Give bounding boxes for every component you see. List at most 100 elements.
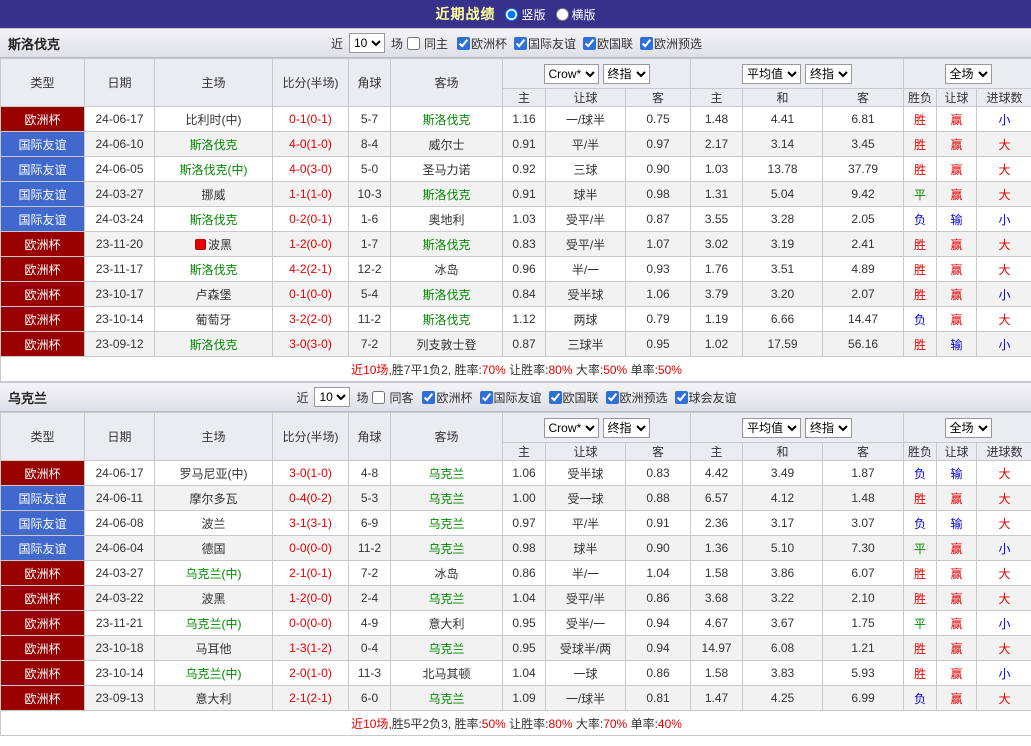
corners-cell: 4-8: [348, 460, 391, 486]
bookmaker-select[interactable]: Crow*: [543, 417, 599, 438]
competition-filter[interactable]: 国际友谊: [475, 389, 542, 406]
away-team-cell[interactable]: 冰岛: [390, 560, 503, 586]
competition-checkbox[interactable]: [514, 36, 527, 50]
away-team-cell[interactable]: 斯洛伐克: [390, 106, 503, 132]
match-row: 国际友谊 24-06-04 德国 0-0(0-0) 11-2 乌克兰 0.98 球半 0.90 1…: [0, 535, 1031, 561]
home-team-cell[interactable]: 斯洛伐克: [154, 131, 273, 157]
odds-stage-select[interactable]: 终指: [805, 63, 853, 84]
away-team-cell[interactable]: 斯洛伐克: [390, 181, 503, 207]
match-count-select[interactable]: 10: [314, 387, 351, 407]
horizontal-layout-radio[interactable]: [555, 7, 569, 21]
avg-away-odds-cell: 1.87: [822, 460, 905, 486]
away-odds-cell: 0.97: [624, 131, 692, 157]
competition-filter[interactable]: 欧国联: [578, 35, 633, 52]
score-cell: 4-0(3-0): [272, 156, 349, 182]
away-team-cell[interactable]: 斯洛伐克: [390, 306, 503, 332]
competition-checkbox[interactable]: [456, 36, 470, 50]
away-team-cell[interactable]: 冰岛: [390, 256, 503, 282]
away-team-cell[interactable]: 乌克兰: [390, 510, 503, 536]
period-select[interactable]: 全场: [944, 417, 992, 438]
away-team-cell[interactable]: 乌克兰: [390, 585, 503, 611]
home-team-cell[interactable]: 斯洛伐克: [154, 256, 273, 282]
result-goals-cell: 小: [976, 206, 1031, 232]
date-cell: 24-03-27: [84, 560, 155, 586]
avg-draw-odds-cell: 13.78: [742, 156, 824, 182]
result-goals-cell: 大: [976, 256, 1031, 282]
home-team-cell[interactable]: 挪威: [154, 181, 273, 207]
away-team-cell[interactable]: 乌克兰: [390, 635, 503, 661]
summary-part: 近10场: [351, 716, 389, 731]
odds-stage-select[interactable]: 终指: [602, 417, 650, 438]
odds-stage-select[interactable]: 终指: [805, 417, 853, 438]
result-handicap-cell: 赢: [936, 256, 978, 282]
away-team-cell[interactable]: 奥地利: [390, 206, 503, 232]
competition-filter[interactable]: 球会友谊: [670, 389, 737, 406]
home-team-cell[interactable]: 乌克兰(中): [154, 560, 273, 586]
avg-away-odds-cell: 6.07: [822, 560, 905, 586]
home-team-cell[interactable]: 波黑: [154, 585, 273, 611]
competition-checkbox[interactable]: [479, 390, 493, 404]
sub-column-header: 客: [822, 88, 905, 107]
average-select[interactable]: 平均值: [742, 63, 802, 84]
away-team-cell[interactable]: 乌克兰: [390, 535, 503, 561]
home-team-cell[interactable]: 斯洛伐克(中): [154, 156, 273, 182]
away-team-cell[interactable]: 意大利: [390, 610, 503, 636]
date-cell: 24-06-11: [84, 485, 155, 511]
away-team-cell[interactable]: 乌克兰: [390, 685, 503, 711]
corners-cell: 5-0: [348, 156, 391, 182]
away-team-cell[interactable]: 威尔士: [390, 131, 503, 157]
home-team-cell[interactable]: 葡萄牙: [154, 306, 273, 332]
match-count-select[interactable]: 10: [348, 33, 385, 53]
competition-checkbox[interactable]: [422, 390, 436, 404]
away-team-cell[interactable]: 斯洛伐克: [390, 231, 503, 257]
competition-checkbox[interactable]: [605, 390, 619, 404]
home-team-cell[interactable]: 乌克兰(中): [154, 660, 273, 686]
same-venue-checkbox[interactable]: [406, 36, 420, 50]
competition-filter[interactable]: 国际友谊: [509, 35, 576, 52]
away-team-cell[interactable]: 列支敦士登: [390, 331, 503, 357]
home-team-cell[interactable]: 罗马尼亚(中): [154, 460, 273, 486]
away-odds-cell: 0.81: [624, 685, 692, 711]
away-team-cell[interactable]: 北马其顿: [390, 660, 503, 686]
avg-home-odds-cell: 2.36: [690, 510, 744, 536]
competition-cell: 欧洲杯: [0, 306, 85, 332]
home-team-cell[interactable]: 摩尔多瓦: [154, 485, 273, 511]
bookmaker-select[interactable]: Crow*: [543, 63, 599, 84]
avg-draw-odds-cell: 17.59: [742, 331, 824, 357]
home-team-cell[interactable]: 乌克兰(中): [154, 610, 273, 636]
home-team-cell[interactable]: 德国: [154, 535, 273, 561]
competition-checkbox[interactable]: [640, 36, 654, 50]
away-team-cell[interactable]: 斯洛伐克: [390, 281, 503, 307]
same-venue-checkbox[interactable]: [372, 390, 386, 404]
home-team-cell[interactable]: 波兰: [154, 510, 273, 536]
period-select[interactable]: 全场: [944, 63, 992, 84]
home-team-cell[interactable]: 比利时(中): [154, 106, 273, 132]
competition-checkbox[interactable]: [583, 36, 597, 50]
score-cell: 0-0(0-0): [272, 610, 349, 636]
home-team-cell[interactable]: 斯洛伐克: [154, 206, 273, 232]
average-select[interactable]: 平均值: [742, 417, 802, 438]
odds-stage-select[interactable]: 终指: [602, 63, 650, 84]
competition-filter[interactable]: 欧国联: [544, 389, 599, 406]
competition-checkbox[interactable]: [674, 390, 688, 404]
away-team-cell[interactable]: 圣马力诺: [390, 156, 503, 182]
home-team-cell[interactable]: 波黑: [154, 231, 273, 257]
corners-cell: 6-9: [348, 510, 391, 536]
competition-filter[interactable]: 欧洲杯: [452, 35, 507, 52]
away-team-cell[interactable]: 乌克兰: [390, 460, 503, 486]
home-team-cell[interactable]: 意大利: [154, 685, 273, 711]
competition-filter[interactable]: 欧洲杯: [417, 389, 473, 406]
away-team-cell[interactable]: 乌克兰: [390, 485, 503, 511]
layout-option-vertical[interactable]: 竖版: [505, 6, 546, 23]
home-team-cell[interactable]: 斯洛伐克: [154, 331, 273, 357]
competition-filter[interactable]: 欧洲预选: [635, 35, 702, 52]
vertical-layout-radio[interactable]: [505, 7, 519, 21]
column-header: 主场: [154, 412, 273, 461]
home-team-cell[interactable]: 马耳他: [154, 635, 273, 661]
home-team-cell[interactable]: 卢森堡: [154, 281, 273, 307]
competition-filter[interactable]: 欧洲预选: [601, 389, 668, 406]
layout-option-horizontal[interactable]: 横版: [555, 6, 596, 23]
competition-checkbox[interactable]: [548, 390, 562, 404]
competition-filter-label: 欧国联: [562, 390, 599, 405]
result-goals-cell: 小: [976, 660, 1031, 686]
